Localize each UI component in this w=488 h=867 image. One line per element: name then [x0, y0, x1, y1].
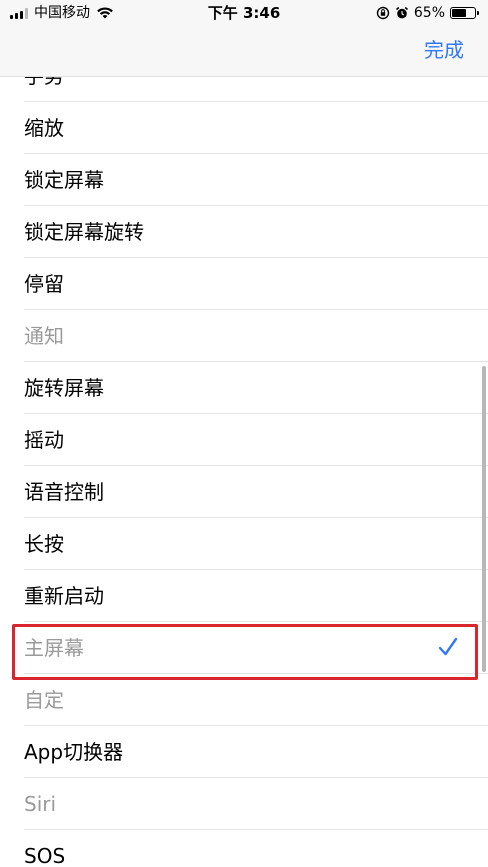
list-item-label: 缩放: [24, 116, 64, 140]
list-item-label: 锁定屏幕: [24, 168, 104, 192]
list-item[interactable]: 锁定屏幕旋转: [24, 207, 488, 258]
battery-percent: 65%: [413, 5, 445, 21]
list-item[interactable]: 停留: [24, 259, 488, 310]
list-item[interactable]: 摇动: [24, 415, 488, 466]
list-item-label: 自定: [24, 688, 64, 712]
list-item[interactable]: 手势: [24, 76, 488, 102]
list-item-label: 手势: [24, 76, 64, 88]
alarm-icon: [395, 6, 408, 19]
list-item-label: 主屏幕: [24, 636, 84, 660]
list-item[interactable]: 重新启动: [24, 571, 488, 622]
list-item-label: Siri: [24, 792, 57, 816]
list-item-label: SOS: [24, 844, 66, 867]
list-item[interactable]: 旋转屏幕: [24, 363, 488, 414]
list-item-label: 摇动: [24, 428, 64, 452]
list-item[interactable]: App切换器: [24, 727, 488, 778]
checkmark-icon: [438, 637, 458, 656]
list-item[interactable]: SOS: [24, 831, 488, 867]
list-item[interactable]: 主屏幕: [24, 623, 488, 674]
list-item[interactable]: Siri: [24, 779, 488, 830]
status-bar: 中国移动 下午 3:46 65%: [0, 0, 488, 26]
battery-icon: [450, 7, 479, 19]
orientation-lock-icon: [376, 6, 390, 20]
options-list[interactable]: 手势缩放锁定屏幕锁定屏幕旋转 停留通知旋转屏幕摇动语音控制长按重新启动主屏幕自定 A…: [0, 76, 488, 867]
list-item-label: 旋转屏幕: [24, 376, 104, 400]
scrollbar[interactable]: [482, 366, 486, 672]
list-item[interactable]: 锁定屏幕: [24, 155, 488, 206]
list-item-label: App切换器: [24, 740, 124, 764]
list-item[interactable]: 自定: [24, 675, 488, 726]
list-item[interactable]: 长按: [24, 519, 488, 570]
list-item-label: 通知: [24, 324, 64, 348]
top-bar: 中国移动 下午 3:46 65% 完成: [0, 0, 488, 77]
list-item-label: 长按: [24, 532, 64, 556]
list-item[interactable]: 语音控制: [24, 467, 488, 518]
list-item[interactable]: 缩放: [24, 103, 488, 154]
list-item-label: 停留: [24, 272, 64, 296]
list-item[interactable]: 通知: [24, 311, 488, 362]
list-item-label: 锁定屏幕旋转: [24, 220, 144, 244]
list-item-label: 语音控制: [24, 480, 104, 504]
list-item-label: 重新启动: [24, 584, 104, 608]
done-button[interactable]: 完成: [424, 36, 464, 64]
